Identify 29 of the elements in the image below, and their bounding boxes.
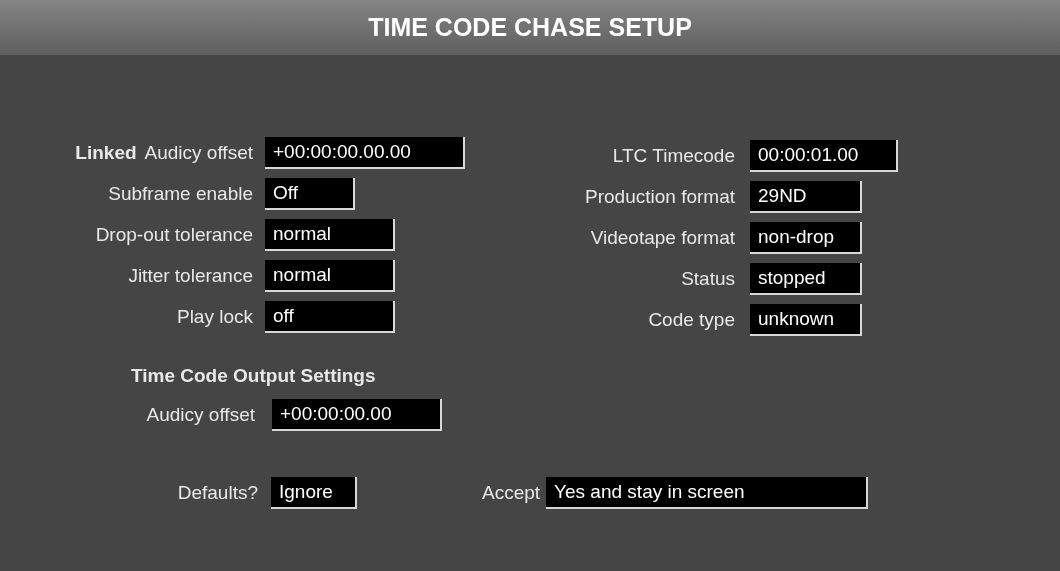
field-label: Accept xyxy=(482,482,541,504)
value-field[interactable]: +00:00:00.00.00 xyxy=(265,137,465,169)
field-label: Play lock xyxy=(176,306,253,328)
field-label: Code type xyxy=(648,309,735,331)
value-field[interactable]: 00:00:01.00 xyxy=(750,140,898,172)
mode-label: Linked xyxy=(75,142,137,164)
value-field[interactable]: non-drop xyxy=(750,222,862,254)
field-label: LTC Timecode xyxy=(612,145,735,167)
value-field[interactable]: Yes and stay in screen xyxy=(546,477,869,509)
value-field[interactable]: Off xyxy=(265,178,355,210)
value-field[interactable]: Ignore xyxy=(271,477,357,509)
value-field[interactable]: +00:00:00.00 xyxy=(272,399,442,431)
field-label: Audicy offset xyxy=(144,142,253,164)
value-field[interactable]: unknown xyxy=(750,304,862,336)
value-field[interactable]: normal xyxy=(265,260,395,292)
field-label: Jitter tolerance xyxy=(128,265,253,287)
field-label: Subframe enable xyxy=(108,183,253,205)
field-label: Defaults? xyxy=(177,482,258,504)
window-title: TIME CODE CHASE SETUP xyxy=(368,13,692,42)
value-field[interactable]: 29ND xyxy=(750,181,862,213)
field-label: Audicy offset xyxy=(146,404,255,426)
field-label: Production format xyxy=(585,186,735,208)
value-field[interactable]: normal xyxy=(265,219,395,251)
field-label: Status xyxy=(681,268,735,290)
field-label: Drop-out tolerance xyxy=(95,224,253,246)
value-field[interactable]: off xyxy=(265,301,395,333)
field-label: Videotape format xyxy=(590,227,735,249)
section-heading: Time Code Output Settings xyxy=(131,365,376,387)
value-field[interactable]: stopped xyxy=(750,263,862,295)
